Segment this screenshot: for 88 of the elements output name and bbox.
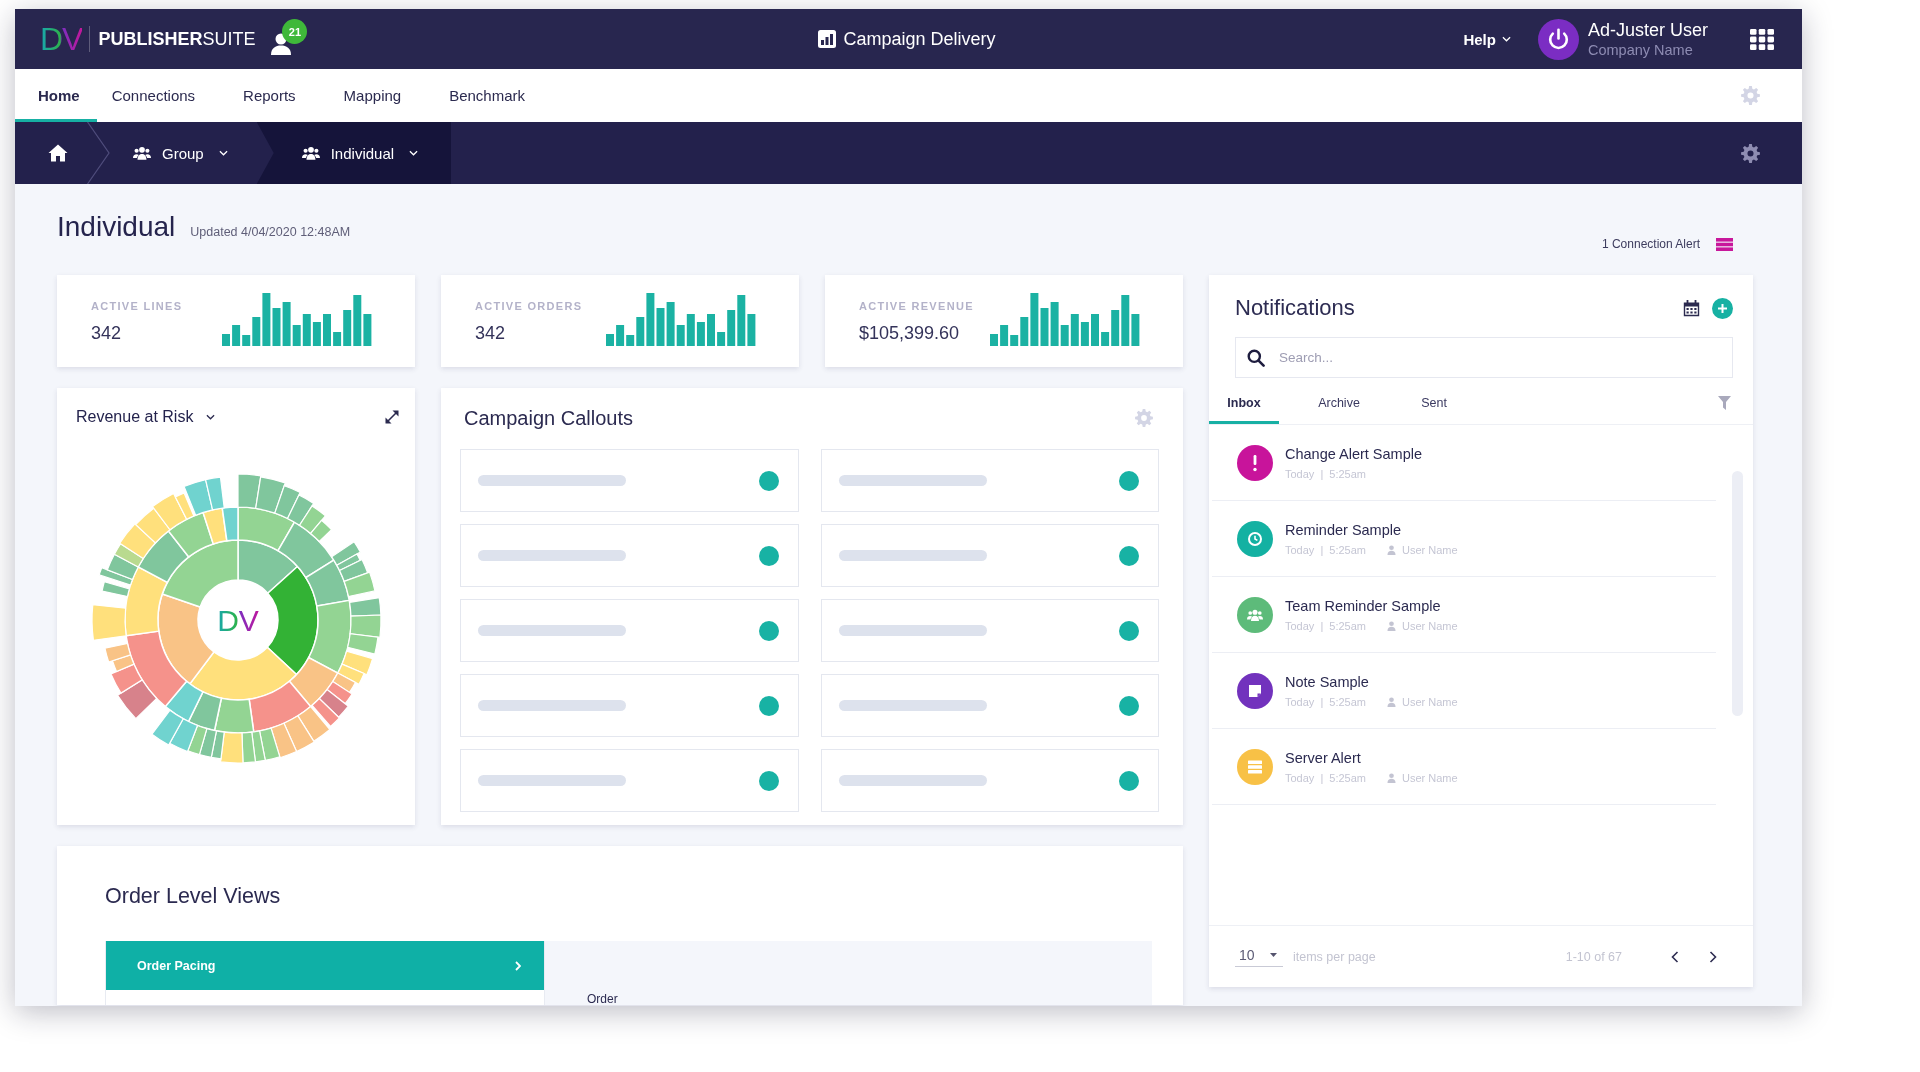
- kpi-label: ACTIVE LINES: [91, 300, 183, 313]
- chart-title-dropdown[interactable]: Revenue at Risk: [76, 408, 216, 426]
- page-size-label: items per page: [1293, 949, 1376, 964]
- power-icon[interactable]: [1537, 18, 1579, 60]
- app-title: Campaign Delivery: [843, 28, 996, 50]
- chart-center-logo: DV: [216, 604, 259, 637]
- notification-item[interactable]: Team Reminder Sample Today | 5:25am User Name: [1212, 577, 1716, 653]
- kpi-value: 342: [91, 322, 123, 344]
- chevron-left-icon[interactable]: [1671, 950, 1679, 963]
- notification-title: Note Sample: [1285, 672, 1370, 691]
- caret-down-icon: [409, 150, 419, 156]
- status-dot-icon: [758, 545, 779, 566]
- notification-item[interactable]: Note Sample Today | 5:25am User Name: [1212, 653, 1716, 729]
- nav-tab[interactable]: Mapping: [319, 69, 426, 122]
- nav-tab[interactable]: Connections: [96, 69, 220, 122]
- person-icon: [1387, 697, 1396, 707]
- status-dot-icon: [1119, 620, 1139, 641]
- card-title: Campaign Callouts: [463, 406, 633, 431]
- notification-time: Today | 5:25am: [1285, 771, 1366, 785]
- caret-down-icon: [206, 414, 216, 420]
- notification-time: Today | 5:25am: [1285, 695, 1366, 709]
- settings-icon[interactable]: [1741, 143, 1760, 163]
- person-icon: [1387, 545, 1396, 555]
- kpi-value: 342: [475, 322, 507, 344]
- status-dot-icon: [1119, 470, 1139, 491]
- person-icon: [1387, 773, 1396, 783]
- users-icon: [133, 146, 151, 160]
- card-title: Order Level Views: [105, 883, 282, 909]
- updated-timestamp: Updated 4/04/2020 12:48AM: [190, 225, 351, 239]
- user-name: Ad-Juster User: [1587, 19, 1708, 41]
- status-dot-icon: [758, 620, 779, 641]
- chevron-right-icon[interactable]: [1709, 950, 1717, 963]
- column-label: Order: [587, 992, 618, 1006]
- notification-title: Reminder Sample: [1285, 520, 1403, 539]
- panel-tab[interactable]: Sent: [1399, 382, 1469, 424]
- caret-down-icon: [218, 150, 228, 156]
- search-icon: [1247, 349, 1265, 367]
- connection-alert-link[interactable]: 1 Connection Alert: [1601, 237, 1733, 251]
- page-title: Individual: [57, 211, 176, 243]
- notification-user: User Name: [1402, 543, 1458, 557]
- apps-grid-icon[interactable]: [1750, 28, 1774, 50]
- status-dot-icon: [758, 470, 779, 491]
- panel-title: Notifications: [1235, 295, 1355, 321]
- kpi-value: $105,399.60: [859, 322, 961, 344]
- status-dot-icon: [1119, 545, 1139, 566]
- list-icon: [1716, 237, 1733, 251]
- panel-tab[interactable]: Inbox: [1209, 382, 1279, 424]
- notification-item[interactable]: Server Alert Today | 5:25am User Name: [1212, 729, 1716, 805]
- status-dot-icon: [1119, 770, 1139, 791]
- company-name: Company Name: [1587, 40, 1694, 59]
- breadcrumb-item[interactable]: Group: [110, 122, 257, 184]
- notification-title: Change Alert Sample: [1285, 444, 1423, 463]
- plus-icon[interactable]: [1712, 297, 1733, 319]
- dropdown-arrow-icon: [1270, 952, 1277, 957]
- caret-down-icon: [1501, 36, 1511, 42]
- calendar-icon[interactable]: [1683, 299, 1700, 317]
- page-range: 1-10 of 67: [1565, 949, 1622, 964]
- notification-user: User Name: [1402, 771, 1458, 785]
- help-menu[interactable]: Help: [1463, 30, 1511, 48]
- count-badge: 21: [282, 19, 308, 44]
- breadcrumb-separator: [87, 122, 110, 184]
- nav-tab[interactable]: Benchmark: [425, 69, 550, 122]
- person-icon: [1387, 621, 1396, 631]
- home-icon: [48, 144, 68, 162]
- kpi-label: ACTIVE REVENUE: [859, 300, 974, 313]
- status-dot-icon: [1119, 695, 1139, 716]
- product-name: PUBLISHERSUITE: [98, 28, 256, 50]
- page-size-select[interactable]: 10: [1235, 946, 1283, 967]
- notification-time: Today | 5:25am: [1285, 619, 1366, 633]
- panel-tab[interactable]: Archive: [1304, 382, 1374, 424]
- status-dot-icon: [758, 695, 779, 716]
- kpi-label: ACTIVE ORDERS: [475, 300, 583, 313]
- chart-icon: [818, 30, 837, 48]
- status-dot-icon: [758, 770, 779, 791]
- notification-time: Today | 5:25am: [1285, 543, 1366, 557]
- notification-user: User Name: [1402, 695, 1458, 709]
- notification-item[interactable]: Change Alert Sample Today | 5:25am: [1212, 425, 1716, 501]
- notification-time: Today | 5:25am: [1285, 467, 1366, 481]
- chevron-right-icon: [515, 960, 521, 971]
- notification-item[interactable]: Reminder Sample Today | 5:25am User Name: [1212, 501, 1716, 577]
- users-icon: [301, 146, 320, 160]
- breadcrumb-item[interactable]: Individual: [256, 122, 452, 184]
- expand-icon[interactable]: [385, 410, 399, 424]
- nav-tab[interactable]: Reports: [219, 69, 320, 122]
- notification-title: Team Reminder Sample: [1285, 596, 1442, 615]
- notification-title: Server Alert: [1285, 748, 1362, 767]
- search-field[interactable]: Search...: [1235, 337, 1733, 378]
- notification-user: User Name: [1402, 619, 1458, 633]
